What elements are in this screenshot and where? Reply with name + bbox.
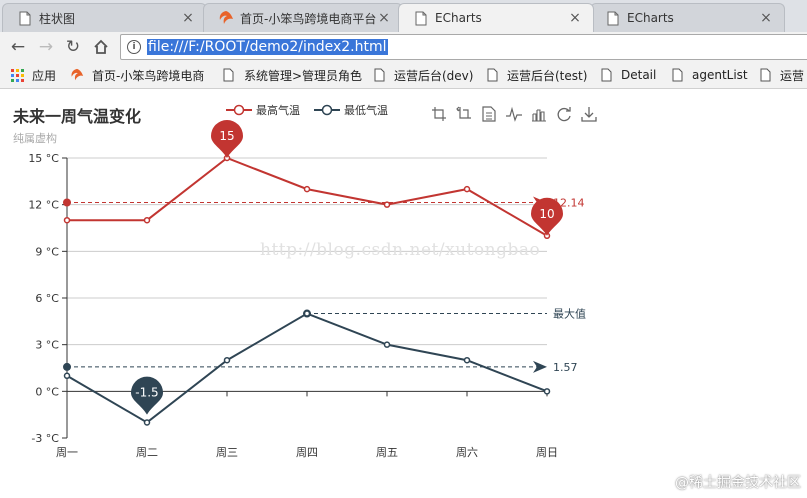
y-tick-label: 6 °C [35, 292, 59, 305]
data-point [63, 216, 71, 224]
close-icon[interactable]: × [567, 10, 583, 26]
data-point [463, 356, 471, 364]
data-point [143, 419, 151, 426]
y-tick-label: -3 °C [31, 432, 59, 445]
tab-home[interactable]: 首页-小笨鸟跨境电商平台 × [203, 3, 403, 32]
tab-label: ECharts [627, 11, 674, 25]
site-logo-icon [218, 10, 234, 26]
bookmark-label: 系统管理>管理员角色 [243, 68, 362, 83]
page-icon [222, 67, 236, 83]
tab-strip: 柱状图 × 首页-小笨鸟跨境电商平台 × ECharts × ECharts × [0, 0, 807, 32]
page-icon [670, 67, 684, 83]
bookmark-label: Detail [621, 68, 657, 82]
site-logo-icon [70, 67, 84, 83]
average-line-label: 1.57 [553, 361, 578, 374]
series-line-min [66, 312, 548, 424]
data-point [63, 372, 71, 380]
page-icon [599, 67, 613, 83]
home-icon[interactable] [91, 37, 111, 57]
bookmark-home[interactable]: 首页-小笨鸟跨境电商 [70, 66, 210, 84]
tab-label: 柱状图 [39, 11, 76, 26]
max-line-label: 最大值 [553, 307, 586, 321]
bookmark-ops-test[interactable]: 运营后台(test) [485, 66, 587, 84]
y-tick-label: 0 °C [35, 385, 59, 398]
tab-label: 首页-小笨鸟跨境电商平台 [240, 11, 376, 26]
y-tick-label: 3 °C [35, 339, 59, 352]
tab-echarts[interactable]: ECharts × [590, 3, 785, 32]
blog-watermark: http://blog.csdn.net/xutongbao [260, 240, 541, 260]
bookmarks-bar: 应用 首页-小笨鸟跨境电商 系统管理>管理员角色 运营后台(dev) 运营后台(… [0, 62, 807, 89]
data-point [303, 310, 311, 317]
mark-point-label: -1.5 [135, 386, 158, 400]
x-tick-label: 周四 [296, 446, 318, 459]
mark-point-label: 10 [539, 207, 554, 221]
close-icon[interactable]: × [758, 10, 774, 26]
page-icon [758, 67, 772, 83]
info-icon[interactable]: i [127, 40, 141, 54]
forward-icon[interactable]: → [36, 37, 56, 57]
bookmark-label: 运营 [780, 68, 805, 83]
bookmark-label: agentList [692, 68, 748, 82]
bookmark-label: 应用 [32, 68, 57, 83]
x-tick-label: 周二 [136, 446, 158, 459]
bookmark-ops-dev[interactable]: 运营后台(dev) [372, 66, 473, 84]
data-point [223, 356, 231, 364]
mark-point-label: 15 [219, 129, 234, 143]
data-point [463, 185, 471, 193]
mark-point: 15 [211, 120, 243, 158]
bookmark-agentlist[interactable]: agentList [670, 66, 748, 84]
bookmark-label: 运营后台(test) [507, 68, 588, 83]
bookmark-label: 运营后台(dev) [394, 68, 474, 83]
mark-point: -1.5 [131, 376, 163, 415]
site-watermark: @稀土掘金技术社区 [675, 475, 801, 491]
x-tick-label: 周六 [456, 446, 478, 459]
data-point [383, 201, 391, 208]
y-tick-label: 12 °C [28, 199, 59, 212]
y-tick-label: 9 °C [35, 245, 59, 258]
bookmark-detail[interactable]: Detail [599, 66, 656, 84]
bookmark-apps[interactable]: 应用 [10, 66, 56, 84]
page-icon [413, 10, 429, 26]
x-tick-label: 周一 [56, 446, 78, 459]
y-tick-label: 15 °C [28, 152, 59, 165]
data-point [543, 388, 551, 395]
tab-bar-chart[interactable]: 柱状图 × [2, 3, 207, 32]
close-icon[interactable]: × [376, 10, 392, 26]
tab-echarts-active[interactable]: ECharts × [398, 3, 594, 32]
page-content: 未来一周气温变化 纯属虚构 最高气温 最低气温 -3 °C 0 °C 3 °C 6 °… [0, 89, 807, 498]
data-point [143, 216, 151, 224]
bookmark-label: 首页-小笨鸟跨境电商 [92, 68, 205, 83]
address-bar[interactable]: i file:///F:/ROOT/demo2/index2.html [120, 34, 807, 60]
address-url[interactable]: file:///F:/ROOT/demo2/index2.html [147, 39, 388, 55]
x-tick-label: 周五 [376, 446, 398, 459]
series-line-max [67, 156, 548, 237]
apps-grid-icon [10, 67, 24, 83]
page-icon [17, 10, 33, 26]
page-icon [372, 67, 386, 83]
temperature-line-chart: -3 °C 0 °C 3 °C 6 °C 9 °C 12 °C 15 °C 周一 周二 周三 周四 周… [28, 120, 586, 459]
reload-icon[interactable]: ↻ [63, 37, 83, 57]
tab-label: ECharts [435, 11, 482, 25]
back-icon[interactable]: ← [8, 37, 28, 57]
bookmark-ops[interactable]: 运营 [758, 66, 807, 84]
page-icon [485, 67, 499, 83]
close-icon[interactable]: × [180, 10, 196, 26]
data-point [303, 185, 311, 193]
page-icon [605, 10, 621, 26]
data-point [383, 341, 391, 348]
bookmark-system[interactable]: 系统管理>管理员角色 [222, 66, 362, 84]
mark-line-arrow [533, 360, 547, 373]
x-tick-label: 周日 [536, 446, 558, 459]
x-tick-label: 周三 [216, 446, 238, 459]
